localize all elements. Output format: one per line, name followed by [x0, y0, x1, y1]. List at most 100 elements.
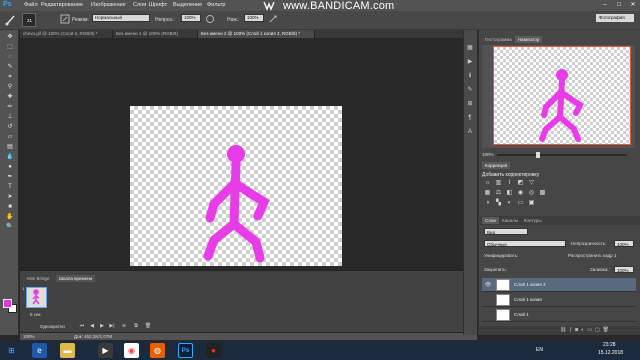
loop-options-select[interactable]: Однократно: [40, 324, 65, 329]
menu-filter[interactable]: Фильтр: [207, 2, 225, 8]
clock-date[interactable]: 15.12.2018: [598, 350, 623, 356]
menu-edit[interactable]: Редактирование: [41, 2, 83, 8]
lasso-tool-icon[interactable]: ◌: [5, 53, 15, 61]
history-brush-tool-icon[interactable]: ↺: [5, 123, 15, 131]
selective-color-icon[interactable]: ▣: [528, 200, 535, 207]
tab-chevo[interactable]: chevo.gif @ 100% (Слой 2, RGB/8) *: [20, 30, 113, 38]
eyedropper-tool-icon[interactable]: ⚲: [5, 83, 15, 91]
propagate-frame-checkbox[interactable]: Распространить кадр 1: [568, 252, 616, 259]
black-white-icon[interactable]: ◧: [506, 190, 513, 197]
eraser-tool-icon[interactable]: ▱: [5, 133, 15, 141]
new-layer-icon[interactable]: ▢: [595, 327, 600, 333]
menu-select[interactable]: Выделение: [173, 2, 202, 8]
navigator-zoom-knob[interactable]: [536, 152, 540, 158]
invert-icon[interactable]: ◑: [484, 200, 491, 207]
hand-tool-icon[interactable]: ✋: [5, 213, 15, 221]
paragraph-panel-icon[interactable]: ¶: [466, 114, 474, 122]
visibility-toggle[interactable]: [484, 311, 492, 319]
layer-kind-filter[interactable]: Вид: [484, 228, 528, 235]
navigator-zoom-value[interactable]: 100%: [482, 152, 494, 157]
zoom-tool-icon[interactable]: 🔍: [5, 223, 15, 231]
eye-icon[interactable]: 👁: [484, 281, 492, 289]
maximize-button[interactable]: □: [612, 0, 626, 10]
fill-field[interactable]: 100%: [614, 266, 634, 273]
brush-preset-picker[interactable]: 21: [22, 13, 36, 27]
play-icon[interactable]: ▶: [98, 323, 106, 330]
marquee-tool-icon[interactable]: ⬚: [5, 43, 15, 51]
adjustment-layer-icon[interactable]: ◐: [581, 327, 584, 333]
tab-timeline[interactable]: Шкала времени: [56, 275, 96, 282]
character-panel-icon[interactable]: A: [466, 128, 474, 136]
tab-untitled-2[interactable]: Без имени 2 @ 100% (Слой 1 копия 2, RGB/…: [198, 30, 315, 38]
firefox-icon[interactable]: ◍: [150, 343, 165, 358]
tab-layers[interactable]: Слои: [482, 217, 499, 224]
stamp-tool-icon[interactable]: ⊥: [5, 113, 15, 121]
exposure-icon[interactable]: ◩: [517, 180, 524, 187]
color-balance-icon[interactable]: ⚖: [495, 190, 502, 197]
airbrush-icon[interactable]: [268, 14, 278, 24]
curves-icon[interactable]: ⌇: [506, 180, 513, 187]
visibility-toggle[interactable]: [484, 296, 492, 304]
tab-channels[interactable]: Каналы: [499, 217, 521, 224]
type-tool-icon[interactable]: T: [5, 183, 15, 191]
start-button-icon[interactable]: ⊞: [4, 343, 19, 358]
layer-name[interactable]: Слой 1 копия: [514, 297, 542, 302]
flow-field[interactable]: 100%: [244, 14, 264, 22]
layer-name[interactable]: Слой 1 копия 2: [514, 282, 546, 287]
ie-icon[interactable]: e: [32, 343, 47, 358]
threshold-icon[interactable]: ◐: [506, 200, 513, 207]
menu-layers[interactable]: Слои: [133, 2, 146, 8]
info-panel-icon[interactable]: ℹ: [466, 72, 474, 80]
chrome-icon[interactable]: ◉: [124, 343, 139, 358]
actions-panel-icon[interactable]: ▶: [466, 58, 474, 66]
layer-name[interactable]: Слой 1: [514, 312, 529, 317]
brush-tool-icon-side[interactable]: ✏: [5, 103, 15, 111]
mode-select[interactable]: Нормальный: [92, 14, 150, 22]
history-panel-icon[interactable]: ▦: [466, 44, 474, 52]
tab-paths[interactable]: Контуры: [521, 217, 545, 224]
dodge-tool-icon[interactable]: ●: [5, 163, 15, 171]
group-icon[interactable]: ▭: [587, 327, 592, 333]
tween-icon[interactable]: ≋: [120, 323, 128, 330]
brightness-icon[interactable]: ☼: [484, 180, 491, 187]
photo-filter-icon[interactable]: ◉: [517, 190, 524, 197]
workspace-select[interactable]: Фотография: [596, 14, 634, 22]
brush-tool-icon[interactable]: [4, 13, 18, 27]
link-layers-icon[interactable]: ⛓: [560, 327, 566, 333]
clone-source-panel-icon[interactable]: ⊞: [466, 100, 474, 108]
tab-histogram[interactable]: Гистограмма: [482, 36, 515, 43]
explorer-icon[interactable]: ▬: [60, 343, 75, 358]
duplicate-frame-icon[interactable]: ⧉: [132, 323, 140, 330]
foreground-color-swatch[interactable]: [3, 299, 12, 308]
document-canvas[interactable]: [130, 106, 342, 266]
tab-navigator[interactable]: Навигатор: [514, 36, 543, 43]
hue-saturation-icon[interactable]: ▦: [484, 190, 491, 197]
path-select-tool-icon[interactable]: ➤: [5, 193, 15, 201]
first-frame-icon[interactable]: ⏮: [78, 323, 86, 330]
close-button[interactable]: ✕: [626, 0, 640, 10]
brush-panel-side-icon[interactable]: ✎: [466, 86, 474, 94]
delete-layer-icon[interactable]: 🗑: [603, 327, 609, 333]
language-indicator[interactable]: EN: [536, 347, 543, 353]
navigator-zoom-slider[interactable]: [497, 154, 627, 156]
blend-mode-select[interactable]: Обычные: [484, 240, 566, 247]
photoshop-taskbar-icon[interactable]: Ps: [178, 343, 193, 358]
layer-opacity-field[interactable]: 100%: [614, 240, 634, 247]
quick-select-tool-icon[interactable]: ✎: [5, 63, 15, 71]
pressure-opacity-icon[interactable]: [205, 14, 215, 24]
crop-tool-icon[interactable]: ⌗: [5, 73, 15, 81]
prev-frame-icon[interactable]: ◀: [88, 323, 96, 330]
menu-image[interactable]: Изображение: [91, 2, 126, 8]
gradient-map-icon[interactable]: ▭: [517, 200, 524, 207]
mask-icon[interactable]: ◙: [575, 327, 578, 333]
gradient-tool-icon[interactable]: ▤: [5, 143, 15, 151]
animation-frame-1[interactable]: [26, 287, 47, 308]
pen-tool-icon[interactable]: ✒: [5, 173, 15, 181]
frame-delay-select[interactable]: 5 сек.: [30, 312, 42, 317]
shape-tool-icon[interactable]: ■: [5, 203, 15, 211]
brush-panel-icon[interactable]: [60, 14, 70, 24]
minimize-button[interactable]: –: [598, 0, 612, 10]
menu-file[interactable]: Файл: [24, 2, 38, 8]
delete-frame-icon[interactable]: 🗑: [144, 323, 152, 330]
tab-untitled-1[interactable]: Без имени 1 @ 100% (RGB/8): [113, 30, 198, 38]
